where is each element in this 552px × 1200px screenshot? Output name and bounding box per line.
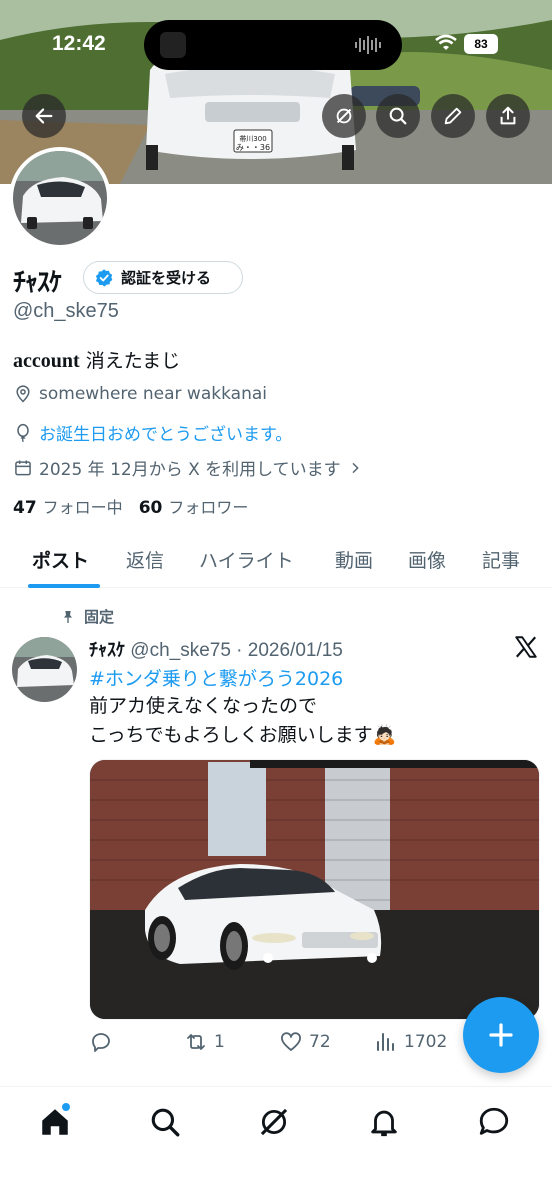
bell-icon bbox=[371, 1110, 397, 1137]
bio-en: account bbox=[13, 350, 80, 372]
nav-grok[interactable] bbox=[257, 1105, 291, 1139]
post-line-1: 前アカ使えなくなったので bbox=[89, 695, 318, 717]
post-author-avatar[interactable] bbox=[12, 637, 77, 702]
search-icon bbox=[389, 107, 407, 125]
search-icon bbox=[151, 1108, 180, 1137]
location-pin-icon bbox=[16, 385, 30, 403]
bio-ja: 消えたまじ bbox=[79, 350, 181, 372]
svg-text:み・・36: み・・36 bbox=[236, 143, 270, 152]
profile-location: somewhere near wakkanai bbox=[13, 384, 267, 404]
like-button[interactable]: 72 bbox=[279, 1030, 331, 1054]
post-text: 前アカ使えなくなったので こっちでもよろしくお願いします🙇🏻 bbox=[89, 692, 396, 750]
message-icon bbox=[479, 1107, 509, 1135]
plus-icon bbox=[489, 1023, 513, 1047]
tab-images[interactable]: 画像 bbox=[408, 546, 446, 573]
share-button[interactable] bbox=[486, 94, 530, 138]
get-verified-label: 認証を受ける bbox=[121, 269, 212, 287]
post-handle-date: @ch_ske75 · 2026/01/15 bbox=[125, 640, 343, 661]
tab-highlights[interactable]: ハイライト bbox=[199, 546, 294, 573]
profile-tabs: ポスト 返信 ハイライト 動画 画像 記事 bbox=[0, 530, 552, 588]
arrow-left-icon bbox=[35, 108, 53, 124]
now-playing-icon bbox=[160, 32, 186, 58]
pinned-text: 固定 bbox=[84, 608, 115, 626]
tab-videos[interactable]: 動画 bbox=[335, 546, 373, 573]
audio-wave-icon bbox=[355, 36, 381, 54]
followers-count: 60 bbox=[138, 498, 163, 518]
post-author-name[interactable]: ﾁｬｽｹ bbox=[89, 640, 125, 661]
post-media-image[interactable] bbox=[89, 759, 540, 1020]
active-tab-indicator bbox=[28, 584, 100, 588]
search-button[interactable] bbox=[376, 94, 420, 138]
pencil-icon bbox=[444, 107, 462, 125]
wifi-icon bbox=[435, 34, 457, 50]
following-count: 47 bbox=[13, 498, 37, 518]
post-avatar-photo bbox=[12, 637, 77, 702]
retweet-button[interactable]: 1 bbox=[184, 1030, 225, 1054]
grok-icon bbox=[336, 108, 352, 124]
following-link[interactable]: 47 フォロー中 bbox=[13, 494, 123, 518]
profile-joined[interactable]: 2025 年 12月から X を利用しています bbox=[13, 455, 363, 480]
views-button[interactable]: 1702 bbox=[374, 1030, 447, 1054]
tab-articles[interactable]: 記事 bbox=[482, 546, 520, 573]
profile-birthday[interactable]: お誕生日おめでとうございます。 bbox=[13, 420, 292, 445]
tab-posts[interactable]: ポスト bbox=[32, 546, 89, 573]
retweet-icon bbox=[187, 1034, 205, 1050]
reply-icon bbox=[92, 1033, 110, 1052]
joined-text: 2025 年 12月から X を利用しています bbox=[39, 460, 341, 480]
balloon-icon bbox=[17, 423, 29, 442]
like-count: 72 bbox=[309, 1032, 331, 1052]
follow-stats: 47 フォロー中 60 フォロワー bbox=[13, 494, 248, 518]
profile-handle: @ch_ske75 bbox=[13, 300, 119, 322]
bottom-navigation bbox=[0, 1086, 552, 1200]
avatar-photo bbox=[13, 151, 107, 245]
edit-button[interactable] bbox=[431, 94, 475, 138]
nav-explore[interactable] bbox=[148, 1105, 182, 1139]
calendar-icon bbox=[15, 460, 31, 475]
location-text: somewhere near wakkanai bbox=[39, 384, 267, 404]
get-verified-button[interactable]: 認証を受ける bbox=[83, 261, 243, 294]
verified-badge-icon bbox=[95, 268, 113, 286]
profile-name: ﾁｬｽｹ bbox=[13, 268, 62, 298]
grok-icon bbox=[260, 1108, 288, 1136]
chevron-right-icon bbox=[352, 462, 359, 473]
followers-link[interactable]: 60 フォロワー bbox=[139, 494, 249, 518]
share-icon bbox=[500, 106, 516, 125]
nav-messages[interactable] bbox=[477, 1105, 511, 1139]
dynamic-island bbox=[144, 20, 402, 70]
following-label: フォロー中 bbox=[42, 498, 123, 517]
heart-icon bbox=[281, 1032, 301, 1051]
post-hashtag[interactable]: #ホンダ乗りと繋がろう2026 bbox=[89, 664, 343, 691]
post-line-2: こっちでもよろしくお願いします🙇🏻 bbox=[89, 724, 397, 746]
pinned-label: 固定 bbox=[60, 606, 114, 627]
home-unread-dot bbox=[62, 1103, 70, 1111]
status-bar: 12:42 83 bbox=[0, 0, 552, 90]
status-time: 12:42 bbox=[52, 32, 106, 55]
post-header: ﾁｬｽｹ @ch_ske75 · 2026/01/15 bbox=[89, 636, 343, 662]
reply-button[interactable] bbox=[89, 1030, 113, 1054]
x-logo-icon bbox=[515, 636, 537, 658]
car-photo bbox=[90, 760, 539, 1019]
grok-button[interactable] bbox=[322, 94, 366, 138]
compose-button[interactable] bbox=[463, 997, 539, 1073]
tab-replies[interactable]: 返信 bbox=[126, 546, 164, 573]
views-icon bbox=[377, 1033, 394, 1051]
retweet-count: 1 bbox=[214, 1032, 225, 1052]
profile-bio: account 消えたまじ bbox=[13, 346, 180, 373]
back-button[interactable] bbox=[22, 94, 66, 138]
battery-indicator: 83 bbox=[464, 34, 498, 54]
nav-notifications[interactable] bbox=[367, 1105, 401, 1139]
birthday-text[interactable]: お誕生日おめでとうございます。 bbox=[39, 420, 292, 445]
profile-avatar[interactable] bbox=[9, 147, 111, 249]
svg-text:帯川300: 帯川300 bbox=[239, 134, 266, 143]
nav-home[interactable] bbox=[38, 1103, 72, 1139]
views-count: 1702 bbox=[404, 1032, 448, 1052]
pin-icon bbox=[64, 610, 72, 623]
followers-label: フォロワー bbox=[168, 498, 249, 517]
